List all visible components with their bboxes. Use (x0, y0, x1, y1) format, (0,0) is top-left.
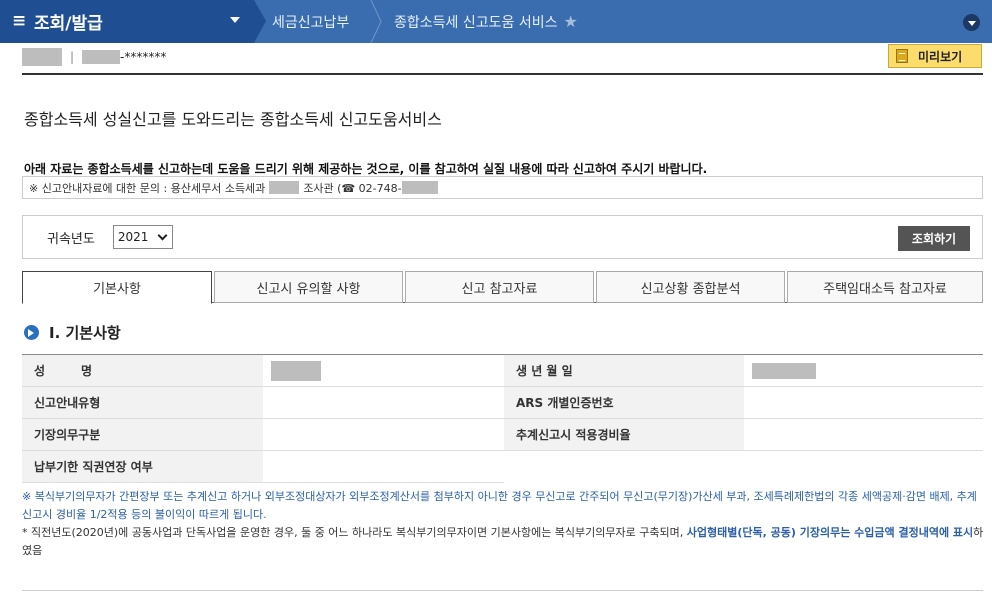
divider: | (70, 50, 75, 64)
footnote-2-text: * 직전년도(2020년)에 공동사업과 단독사업을 운영한 경우, 둘 중 어… (22, 526, 687, 539)
footnote-2: * 직전년도(2020년)에 공동사업과 단독사업을 운영한 경우, 둘 중 어… (22, 524, 984, 560)
guide-type-value (263, 386, 504, 419)
inquiry-phone-redacted (401, 181, 438, 194)
bookkeeping-value (263, 418, 504, 451)
user-id-masked: -******* (120, 49, 167, 64)
guide-type-label: 신고안내유형 (22, 386, 263, 419)
inquiry-prefix: ※ 신고안내자료에 대한 문의 : 용산세무서 소득세과 (29, 181, 266, 195)
table-row: 납부기한 직권연장 여부 (22, 450, 983, 483)
breadcrumb-label: 세금신고납부 (272, 14, 350, 31)
expense-rate-value (744, 418, 983, 451)
expense-rate-label: 추계신고시 적용경비율 (504, 418, 744, 451)
inquiry-phone: 조사관 (☎ 02-748- (303, 181, 402, 195)
tab-reference-data[interactable]: 신고 참고자료 (405, 271, 594, 303)
tab-rental-income[interactable]: 주택임대소득 참고자료 (787, 271, 983, 303)
breadcrumb-chevron-icon (370, 0, 382, 43)
section-title: Ⅰ. 기본사항 (49, 324, 121, 342)
tab-filing-cautions[interactable]: 신고시 유의할 사항 (214, 271, 403, 303)
tab-basic-info[interactable]: 기본사항 (22, 271, 212, 304)
chevron-down-icon (157, 230, 168, 241)
header-divider (22, 73, 983, 75)
menu-button[interactable]: ≡ 조회/발급 (0, 0, 254, 43)
table-row: 신고안내유형 ARS 개별인증번호 (22, 386, 983, 419)
birth-value (744, 354, 983, 387)
table-row: 성 명 생 년 월 일 (22, 354, 983, 387)
name-value (263, 354, 504, 387)
document-icon (896, 49, 908, 63)
hamburger-icon: ≡ (12, 11, 27, 31)
empty-cell (504, 451, 744, 483)
breadcrumb-label: 종합소득세 신고도움 서비스 (394, 14, 558, 31)
caret-down-icon (230, 17, 240, 23)
year-label: 귀속년도 (47, 231, 95, 247)
user-name-redacted (22, 48, 62, 66)
name-redacted (271, 360, 321, 381)
birth-label: 생 년 월 일 (504, 354, 744, 387)
tab-bar: 기본사항 신고시 유의할 사항 신고 참고자료 신고상황 종합분석 주택임대소득… (22, 271, 983, 304)
bottom-divider (22, 590, 983, 591)
footnote-1: ※ 복식부기의무자가 간편장부 또는 추계신고 하거나 외부조정대상자가 외부조… (22, 490, 977, 521)
extension-value (263, 450, 504, 483)
empty-cell (744, 451, 983, 483)
ars-value (744, 386, 983, 419)
search-button[interactable]: 조회하기 (898, 226, 970, 251)
name-label: 성 명 (22, 354, 263, 387)
footnote-2-highlight: 사업형태별(단독, 공동) 기장의무는 수입금액 결정내역에 표시 (686, 526, 974, 539)
user-info: | -******* (22, 45, 166, 69)
section-heading: Ⅰ. 기본사항 (24, 322, 121, 343)
year-value: 2021 (117, 230, 149, 244)
tab-comprehensive-analysis[interactable]: 신고상황 종합분석 (596, 271, 785, 303)
footnotes: ※ 복식부기의무자가 간편장부 또는 추계신고 하거나 외부조정대상자가 외부조… (22, 488, 984, 560)
user-id: -******* (82, 50, 166, 65)
search-panel: 귀속년도 2021 조회하기 (22, 215, 983, 259)
arrow-circle-icon (24, 325, 39, 340)
chevron-down-icon (967, 21, 976, 26)
collapse-toggle-button[interactable] (963, 14, 980, 31)
preview-button[interactable]: 미리보기 (888, 44, 982, 68)
basic-info-table: 성 명 생 년 월 일 신고안내유형 ARS 개별인증번호 기장의무구분 추계신… (22, 354, 983, 483)
breadcrumb-item-tax-filing[interactable]: 세금신고납부 (266, 0, 382, 43)
user-id-redacted (82, 50, 121, 65)
table-row: 기장의무구분 추계신고시 적용경비율 (22, 418, 983, 451)
page-title: 종합소득세 성실신고를 도와드리는 종합소득세 신고도움서비스 (24, 110, 442, 129)
inquiry-name-redacted (269, 181, 300, 194)
extension-label: 납부기한 직권연장 여부 (22, 450, 263, 483)
birth-redacted (752, 362, 816, 379)
ars-label: ARS 개별인증번호 (504, 386, 744, 419)
menu-label: 조회/발급 (34, 14, 103, 34)
year-select[interactable]: 2021 (112, 225, 173, 249)
notice-text: 아래 자료는 종합소득세를 신고하는데 도움을 드리기 위해 제공하는 것으로,… (24, 162, 708, 176)
bookkeeping-label: 기장의무구분 (22, 418, 263, 451)
favorite-star-icon[interactable]: ★ (563, 12, 577, 31)
inquiry-box: ※ 신고안내자료에 대한 문의 : 용산세무서 소득세과 조사관 (☎ 02-7… (22, 176, 983, 199)
nav-separator (254, 0, 266, 43)
breadcrumb-item-current[interactable]: 종합소득세 신고도움 서비스 ★ (382, 0, 578, 43)
top-nav-bar: ≡ 조회/발급 세금신고납부 종합소득세 신고도움 서비스 ★ (0, 0, 992, 43)
preview-label: 미리보기 (918, 49, 963, 64)
